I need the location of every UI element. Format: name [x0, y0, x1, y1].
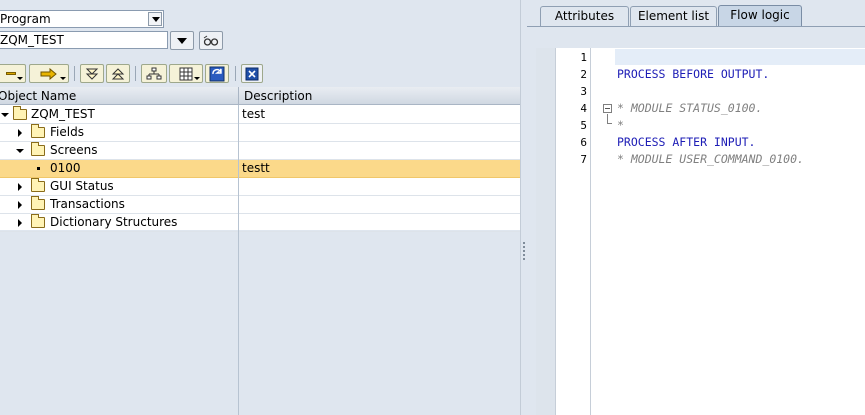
- hierarchy-button[interactable]: [141, 64, 167, 83]
- tab-strip-border: [527, 26, 865, 27]
- column-header-object-name[interactable]: Object Name: [0, 87, 76, 105]
- line-number: 6: [580, 136, 587, 149]
- folder-icon: [31, 124, 45, 138]
- fold-toggle-icon[interactable]: [603, 104, 612, 113]
- object-name-value: ZQM_TEST: [0, 33, 64, 47]
- current-line-highlight: [615, 49, 865, 65]
- expand-triangle-icon[interactable]: [1, 113, 9, 117]
- folder-icon: [31, 178, 45, 192]
- line-number: 2: [580, 68, 587, 81]
- toolbar-separator: [235, 66, 236, 81]
- tree-row-name: Screens: [50, 143, 98, 157]
- tab-attributes[interactable]: Attributes: [540, 6, 629, 26]
- tree-row-gui-status[interactable]: GUI Status: [0, 178, 520, 196]
- tree-row-screens[interactable]: Screens: [0, 142, 520, 160]
- tab-flow-logic[interactable]: Flow logic: [718, 5, 802, 27]
- column-header-description[interactable]: Description: [240, 87, 312, 105]
- code-line: PROCESS AFTER INPUT.: [617, 135, 756, 149]
- hierarchy-icon: [146, 67, 162, 79]
- code-line: * MODULE STATUS_0100.: [617, 101, 763, 115]
- grid-button[interactable]: [169, 64, 203, 83]
- tree-row-description: test: [242, 107, 266, 121]
- collapse-icon: [6, 72, 16, 75]
- bullet-icon: [37, 167, 40, 170]
- tree-row-transactions[interactable]: Transactions: [0, 196, 520, 214]
- flow-logic-editor[interactable]: 1 2 3 4 5 6 7 PROCESS BEFORE OUTPUT. * M…: [536, 48, 865, 415]
- collapse-all-button[interactable]: [106, 64, 130, 83]
- line-number: 3: [580, 85, 587, 98]
- expand-all-icon: [85, 68, 99, 80]
- tree-row-screen-0100[interactable]: 0100 testt: [0, 160, 520, 178]
- collapse-all-icon: [111, 67, 125, 79]
- collapse-triangle-icon[interactable]: [16, 149, 24, 153]
- object-navigator-pane: Program ZQM_TEST Object Name Description…: [0, 0, 520, 415]
- expand-triangle-icon[interactable]: [18, 201, 22, 209]
- toolbar-separator: [74, 66, 75, 81]
- fold-line: [607, 123, 612, 124]
- tree-row-name: GUI Status: [50, 179, 114, 193]
- grip-dot: [523, 254, 525, 256]
- chevron-down-icon: [177, 37, 187, 44]
- grid-icon: [179, 67, 193, 80]
- column-divider: [238, 87, 239, 105]
- tree-row-name: 0100: [50, 161, 81, 175]
- forward-arrow-icon: [40, 67, 57, 80]
- close-button[interactable]: [241, 64, 263, 83]
- folder-icon: [31, 214, 45, 228]
- screen-painter-pane: Attributes Element list Flow logic 1 2 3…: [527, 0, 865, 415]
- expand-all-button[interactable]: [80, 64, 104, 83]
- tree-row-name: Fields: [50, 125, 84, 139]
- code-line: *: [617, 118, 624, 132]
- pane-splitter[interactable]: [520, 0, 527, 415]
- expand-triangle-icon[interactable]: [18, 183, 22, 191]
- folder-icon: [13, 106, 27, 120]
- code-line: * MODULE USER_COMMAND_0100.: [617, 152, 804, 166]
- chevron-down-icon[interactable]: [148, 12, 162, 26]
- refresh-button[interactable]: [205, 64, 229, 83]
- refresh-icon: [209, 66, 225, 81]
- dropdown-button[interactable]: [170, 31, 194, 50]
- tab-element-list[interactable]: Element list: [630, 6, 717, 26]
- grip-dot: [523, 242, 525, 244]
- line-number: 1: [580, 51, 587, 64]
- line-number: 7: [580, 153, 587, 166]
- close-x-icon: [245, 67, 259, 80]
- collapse-button[interactable]: [0, 64, 26, 83]
- line-number: 4: [580, 102, 587, 115]
- tree-row-fields[interactable]: Fields: [0, 124, 520, 142]
- object-type-value: Program: [0, 12, 51, 26]
- line-number: 5: [580, 119, 587, 132]
- object-tree: Object Name Description ZQM_TEST test Fi…: [0, 87, 520, 415]
- open-folder-icon: [31, 142, 45, 156]
- tree-row-program[interactable]: ZQM_TEST test: [0, 106, 520, 124]
- display-glasses-button[interactable]: [199, 31, 223, 50]
- grip-dot: [523, 246, 525, 248]
- folder-icon: [31, 196, 45, 210]
- expand-triangle-icon[interactable]: [18, 129, 22, 137]
- editor-margin: [536, 48, 556, 415]
- grip-dot: [523, 250, 525, 252]
- forward-button[interactable]: [29, 64, 69, 83]
- glasses-icon: [203, 35, 219, 46]
- toolbar-separator: [135, 66, 136, 81]
- object-type-dropdown[interactable]: Program: [0, 10, 164, 28]
- object-name-field[interactable]: ZQM_TEST: [0, 31, 168, 49]
- tree-row-name: ZQM_TEST: [31, 107, 95, 121]
- code-line: PROCESS BEFORE OUTPUT.: [617, 67, 770, 81]
- tree-header: Object Name Description: [0, 87, 520, 105]
- tree-row-name: Transactions: [50, 197, 125, 211]
- tree-row-name: Dictionary Structures: [50, 215, 178, 229]
- tree-row-dictionary-structures[interactable]: Dictionary Structures: [0, 214, 520, 232]
- tree-row-description: testt: [242, 161, 270, 175]
- expand-triangle-icon[interactable]: [18, 219, 22, 227]
- grip-dot: [523, 258, 525, 260]
- column-divider: [238, 105, 239, 415]
